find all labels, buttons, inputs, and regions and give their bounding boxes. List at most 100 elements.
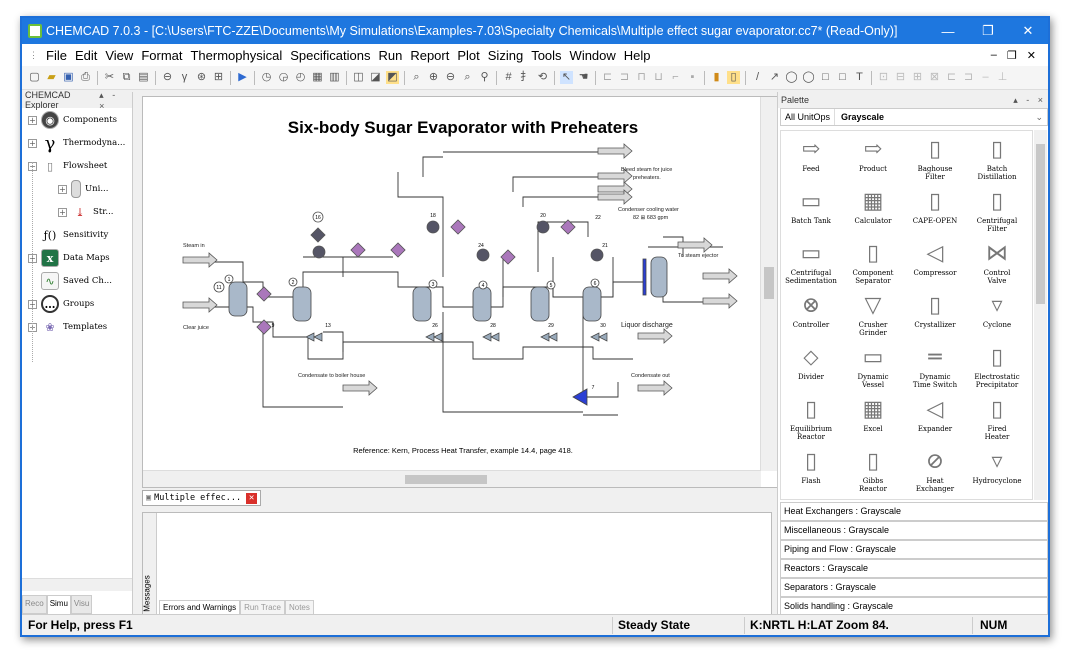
menu-window[interactable]: Window [567, 48, 619, 63]
condenser[interactable] [642, 256, 668, 298]
preheater-2[interactable] [312, 245, 326, 259]
mdi-close-button[interactable]: ✕ [1027, 49, 1036, 62]
preheater-13[interactable] [590, 248, 604, 262]
new-file-icon[interactable]: ▢ [28, 71, 41, 84]
bleed-arrow-1[interactable] [597, 143, 633, 159]
grid-icon[interactable]: ⊞ [212, 71, 225, 84]
palette-item-dynamic-vessel[interactable]: ▭ Dynamic Vessel [847, 341, 899, 393]
arrow-tool-icon[interactable]: ↗ [768, 71, 781, 84]
tab-simulation[interactable]: Simu [46, 595, 71, 614]
format-d-icon[interactable]: ⊠ [928, 71, 941, 84]
to-ejector-arrow[interactable] [702, 293, 738, 309]
text-tool-icon[interactable]: T [853, 71, 866, 84]
palette-item-cyclone[interactable]: ▿ Cyclone [971, 289, 1023, 341]
run-icon[interactable]: ▶ [236, 71, 249, 84]
circle-tool-icon[interactable]: ◯ [802, 71, 815, 84]
palette-category-piping-flow[interactable]: Piping and Flow : Grayscale [780, 540, 1048, 559]
palette-item-crystallizer[interactable]: ▯ Crystallizer [909, 289, 961, 341]
preheater-4[interactable] [390, 242, 406, 258]
menu-view[interactable]: View [102, 48, 136, 63]
palette-item-baghouse-filter[interactable]: ▯ Baghouse Filter [909, 133, 961, 185]
palette-item-centrifugal-filter[interactable]: ▯ Centrifugal Filter [971, 185, 1023, 237]
palette-item-batch-distillation[interactable]: ▯ Batch Distillation [971, 133, 1023, 185]
preheater-11[interactable] [256, 286, 272, 302]
tab-visual[interactable]: Visu [70, 595, 93, 614]
document-tab[interactable]: ▣ Multiple effec... ✕ [142, 490, 262, 506]
palette-item-control-valve[interactable]: ⋈ Control Valve [971, 237, 1023, 289]
palette-style-select[interactable]: Grayscale [835, 112, 884, 122]
canvas-horizontal-scrollbar[interactable] [143, 470, 761, 487]
evaporator-1[interactable] [213, 274, 248, 317]
view-c-icon[interactable]: ◩ [386, 71, 399, 84]
preheater-7[interactable] [476, 248, 490, 262]
liquor-arrow[interactable] [637, 328, 673, 344]
palette-item-expander[interactable]: ◁ Expander [909, 393, 961, 445]
cut-icon[interactable]: ✂ [103, 71, 116, 84]
expand-icon[interactable]: + [58, 207, 67, 217]
scroll-thumb[interactable] [764, 267, 774, 299]
menu-format[interactable]: Format [138, 48, 185, 63]
close-button[interactable]: ✕ [1008, 23, 1048, 39]
menu-thermophysical[interactable]: Thermophysical [187, 48, 285, 63]
thermo-icon[interactable]: γ [178, 71, 191, 84]
tab-recent[interactable]: Reco [22, 595, 47, 614]
menu-plot[interactable]: Plot [454, 48, 482, 63]
rotate-icon[interactable]: ⟲ [536, 71, 549, 84]
unit-report-icon[interactable]: ◶ [277, 71, 290, 84]
align-top-icon[interactable]: ⊔ [652, 71, 665, 84]
menu-sizing[interactable]: Sizing [485, 48, 526, 63]
databox-icon[interactable]: ▥ [328, 71, 341, 84]
palette-item-cape-open[interactable]: ▯ CAPE-OPEN [909, 185, 961, 237]
tree-node-streams[interactable]: + ⤓ Str... [58, 201, 113, 223]
preheater-6[interactable] [450, 219, 466, 235]
palette-item-gibbs-reactor[interactable]: ▯ Gibbs Reactor [847, 445, 899, 497]
palette-item-controller[interactable]: ⊗ Controller [785, 289, 837, 341]
zoom-icon[interactable]: ⌕ [410, 71, 423, 84]
square-tool-icon[interactable]: □ [836, 71, 849, 84]
menu-run[interactable]: Run [375, 48, 405, 63]
preheater-9[interactable] [536, 220, 550, 234]
tree-node-unitops[interactable]: + Uni... [58, 178, 108, 200]
palette-item-feed[interactable]: ⇨ Feed [785, 133, 837, 185]
palette-category-reactors[interactable]: Reactors : Grayscale [780, 559, 1048, 578]
mdi-minimize-button[interactable]: – [991, 49, 997, 62]
palette-pin-controls[interactable]: ▴ ‑ × [1013, 95, 1046, 106]
menu-report[interactable]: Report [407, 48, 452, 63]
format-b-icon[interactable]: ⊟ [894, 71, 907, 84]
explorer-hscrollbar[interactable] [22, 578, 132, 591]
palette-item-compressor[interactable]: ◁ Compressor [909, 237, 961, 289]
minimize-button[interactable]: — [928, 24, 968, 39]
palette-item-dynamic-time-switch[interactable]: ═ Dynamic Time Switch [909, 341, 961, 393]
format-e-icon[interactable]: ⊏ [945, 71, 958, 84]
condensate-pump[interactable] [572, 388, 588, 406]
print-icon[interactable]: ⎙ [79, 71, 92, 84]
open-folder-icon[interactable]: ▰ [45, 71, 58, 84]
steam-in-arrow[interactable] [182, 252, 218, 268]
close-document-icon[interactable]: ✕ [246, 492, 258, 504]
stream-report-icon[interactable]: ◷ [260, 71, 273, 84]
clear-juice-arrow[interactable] [182, 297, 218, 313]
palette-item-product[interactable]: ⇨ Product [847, 133, 899, 185]
menu-file[interactable]: File [43, 48, 70, 63]
palette-item-hydrocyclone[interactable]: ▿ Hydrocyclone [971, 445, 1023, 497]
tab-notes[interactable]: Notes [284, 600, 314, 615]
palette-selector[interactable]: All UnitOps Grayscale ⌄ [780, 108, 1048, 126]
tree-node-thermodynamics[interactable]: + γ Thermodyna... [28, 132, 125, 154]
tree-node-saved-charts[interactable]: + ∿ Saved Ch... [28, 270, 112, 292]
palette-item-batch-tank[interactable]: ▭ Batch Tank [785, 185, 837, 237]
line-tool-icon[interactable]: / [751, 71, 764, 84]
zoom-in-icon[interactable]: ⊕ [427, 71, 440, 84]
find-icon[interactable]: ⚲ [478, 71, 491, 84]
condensate-boiler-arrow[interactable] [342, 380, 378, 396]
select-cursor-icon[interactable]: ↖ [560, 71, 573, 84]
valve-5[interactable] [590, 332, 608, 342]
palette-item-crusher-grinder[interactable]: ▽ Crusher Grinder [847, 289, 899, 341]
view-b-icon[interactable]: ◪ [369, 71, 382, 84]
menu-edit[interactable]: Edit [72, 48, 100, 63]
ejector-arrow[interactable] [702, 268, 738, 284]
palette-item-calculator[interactable]: ▦ Calculator [847, 185, 899, 237]
condensate-out-arrow[interactable] [637, 380, 673, 396]
align-bottom-icon[interactable]: ⌐ [669, 71, 682, 84]
palette-item-flash[interactable]: ▯ Flash [785, 445, 837, 497]
palette-item-centrifugal-sedimentation[interactable]: ▭ Centrifugal Sedimentation [785, 237, 837, 289]
